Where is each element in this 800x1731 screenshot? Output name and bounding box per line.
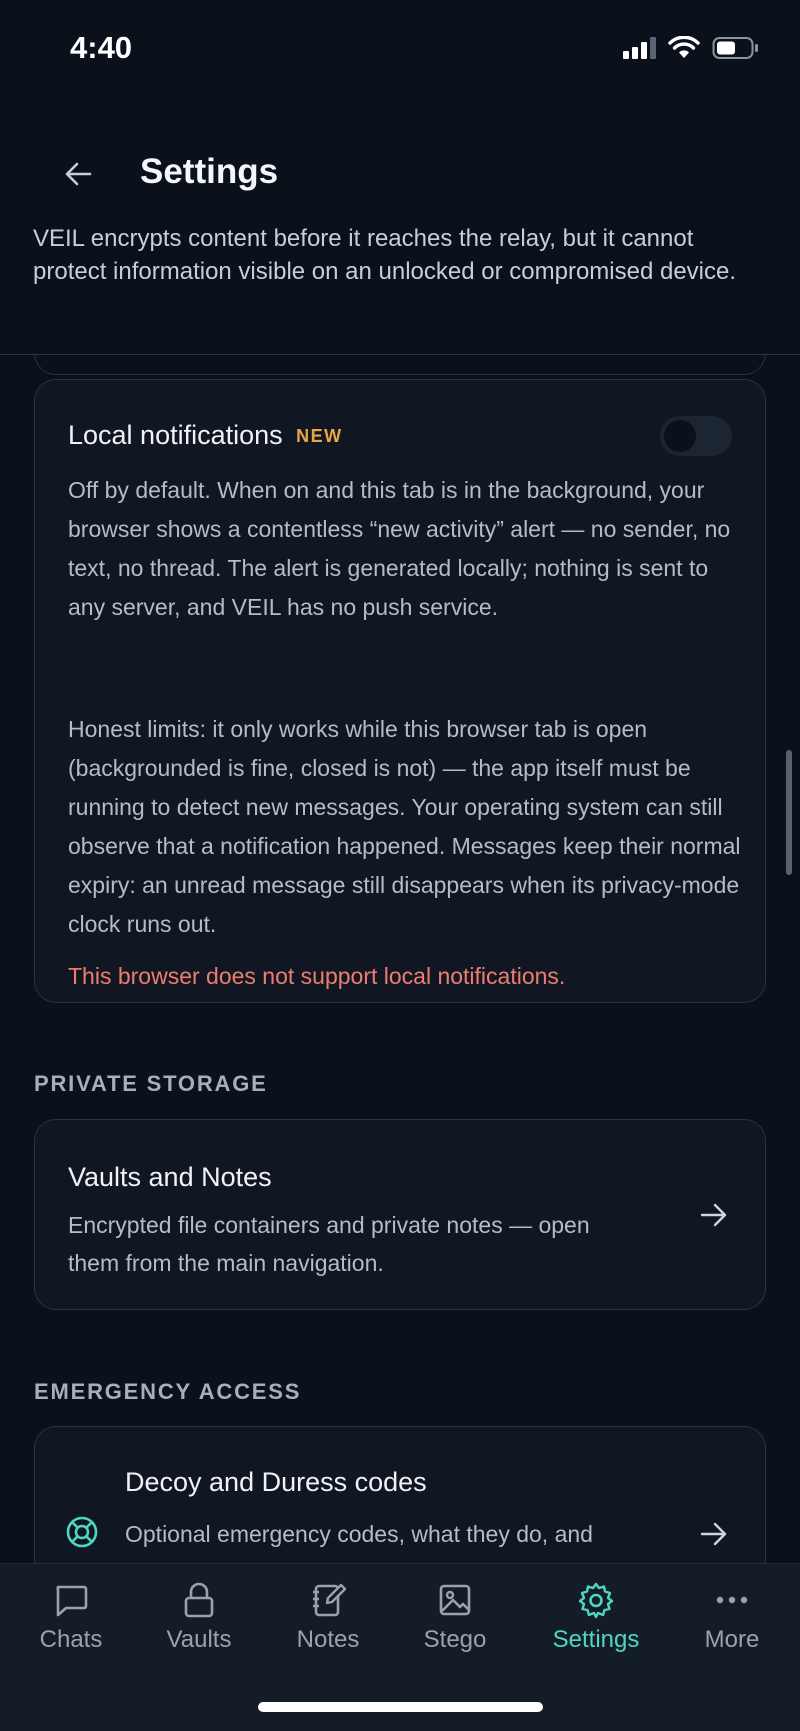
scrollbar[interactable]: [786, 750, 792, 875]
status-bar: 4:40: [0, 0, 800, 100]
nav-label: Vaults: [166, 1626, 232, 1653]
notifications-error: This browser does not support local noti…: [68, 963, 566, 989]
lifebuoy-icon: [66, 1516, 98, 1548]
lock-icon: [184, 1582, 214, 1618]
image-icon: [439, 1584, 471, 1616]
status-icons: [623, 36, 760, 60]
notifications-description: Off by default. When on and this tab is …: [68, 477, 731, 620]
wifi-icon: [668, 36, 700, 58]
nav-label: Chats: [39, 1626, 103, 1653]
nav-item-more[interactable]: More: [672, 1580, 792, 1670]
back-button[interactable]: [58, 154, 98, 194]
intro-text: VEIL encrypts content before it reaches …: [33, 225, 737, 285]
nav-item-settings[interactable]: Settings: [536, 1580, 656, 1670]
status-time: 4:40: [70, 30, 133, 65]
notifications-title: Local notifications: [68, 420, 283, 450]
notifications-title-row: Local notifications NEW: [68, 420, 343, 451]
nav-item-notes[interactable]: Notes: [268, 1580, 388, 1670]
section-label-emergency-access: EMERGENCY ACCESS: [34, 1379, 302, 1404]
header: Settings: [0, 140, 800, 210]
decoy-duress-row[interactable]: Decoy and Duress codes Optional emergenc…: [34, 1426, 766, 1563]
home-indicator[interactable]: [258, 1702, 543, 1712]
nav-label: Settings: [552, 1626, 640, 1653]
decoy-duress-desc: Optional emergency codes, what they do, …: [125, 1521, 593, 1547]
more-dots-icon: [716, 1596, 748, 1604]
decoy-duress-title: Decoy and Duress codes: [125, 1467, 427, 1497]
new-badge: NEW: [296, 426, 343, 446]
notebook-icon: [313, 1583, 347, 1617]
back-arrow-icon: [65, 162, 92, 186]
cellular-signal-icon: [623, 37, 656, 59]
chat-bubble-icon: [56, 1585, 88, 1617]
nav-label: More: [704, 1626, 760, 1653]
nav-item-chats[interactable]: Chats: [11, 1580, 131, 1670]
settings-screen: 4:40 Settings VEIL encrypts content befo…: [0, 0, 800, 1731]
vaults-and-notes-row[interactable]: Vaults and Notes Encrypted file containe…: [34, 1119, 766, 1310]
page-title: Settings: [140, 152, 279, 191]
nav-item-stego[interactable]: Stego: [395, 1580, 515, 1670]
arrow-right-icon: [700, 1203, 727, 1227]
vaults-and-notes-title: Vaults and Notes: [68, 1162, 272, 1192]
battery-icon: [712, 37, 758, 59]
nav-label: Stego: [423, 1626, 487, 1653]
gear-icon: [578, 1582, 614, 1619]
settings-content[interactable]: Local notifications NEW Off by default. …: [0, 355, 800, 1563]
arrow-right-icon: [700, 1522, 727, 1546]
previous-card-edge: [34, 355, 766, 375]
toggle-knob: [664, 420, 696, 452]
notifications-toggle[interactable]: [660, 416, 732, 456]
local-notifications-card: Local notifications NEW Off by default. …: [34, 379, 766, 1003]
nav-item-vaults[interactable]: Vaults: [139, 1580, 259, 1670]
vaults-and-notes-desc: Encrypted file containers and private no…: [68, 1212, 590, 1276]
nav-label: Notes: [296, 1626, 360, 1653]
section-label-private-storage: PRIVATE STORAGE: [34, 1071, 268, 1096]
notifications-limits: Honest limits: it only works while this …: [68, 716, 741, 937]
